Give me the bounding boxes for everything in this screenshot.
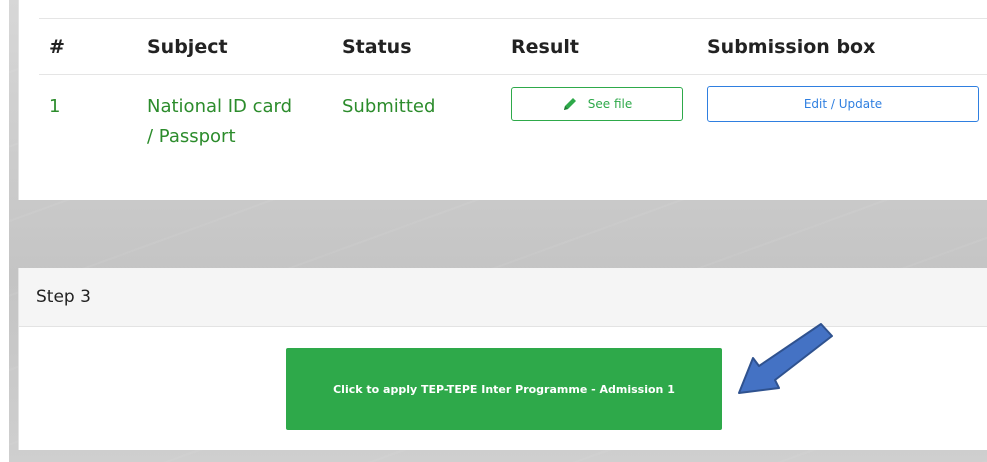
header-number: # xyxy=(49,36,65,58)
row-subject-line2: / Passport xyxy=(147,126,236,147)
row-number: 1 xyxy=(49,96,61,117)
header-status: Status xyxy=(342,36,412,58)
documents-card: # Subject Status Result Submission box 1… xyxy=(18,0,987,200)
edit-update-button[interactable]: Edit / Update xyxy=(707,86,979,122)
arrow-icon xyxy=(738,323,833,394)
see-file-label: See file xyxy=(587,97,633,111)
header-result: Result xyxy=(511,36,579,58)
table-top-border xyxy=(39,18,987,19)
row-status: Submitted xyxy=(342,96,436,117)
pencil-icon xyxy=(562,96,578,112)
row-subject-line1: National ID card xyxy=(147,96,293,117)
table-header-divider xyxy=(39,74,987,75)
step3-title: Step 3 xyxy=(19,268,987,327)
row-subject: National ID card / Passport xyxy=(147,92,327,152)
header-submission-box: Submission box xyxy=(707,36,876,58)
header-subject: Subject xyxy=(147,36,228,58)
apply-programme-button[interactable]: Click to apply TEP-TEPE Inter Programme … xyxy=(286,348,722,430)
see-file-button[interactable]: See file xyxy=(511,87,683,121)
left-margin xyxy=(0,0,9,462)
step3-card: Step 3 Click to apply TEP-TEPE Inter Pro… xyxy=(18,268,987,450)
